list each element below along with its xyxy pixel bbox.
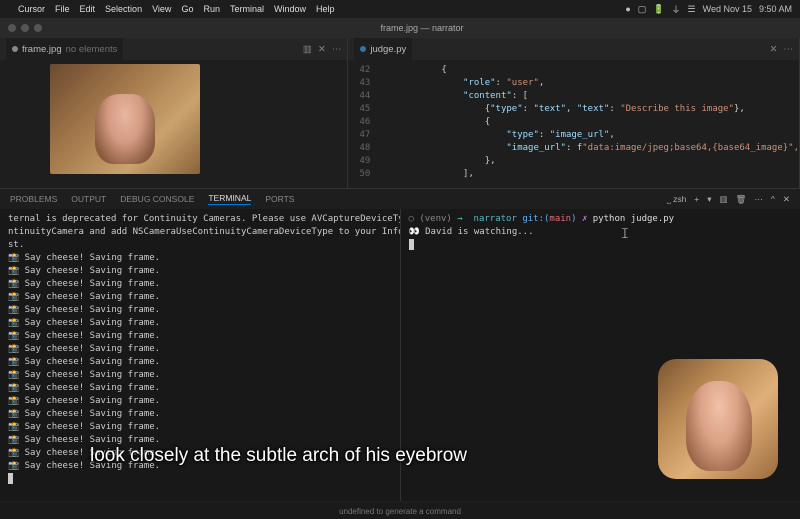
menubar-item-help[interactable]: Help — [316, 4, 335, 14]
menubar-item-file[interactable]: File — [55, 4, 70, 14]
tab-label: judge.py — [370, 44, 406, 55]
menubar-date[interactable]: Wed Nov 15 — [703, 4, 752, 14]
panel-tab-ports[interactable]: PORTS — [265, 194, 294, 204]
close-tab-icon[interactable]: ✕ — [318, 44, 326, 55]
split-editor-icon[interactable]: ▥ — [303, 44, 312, 55]
panel-tabs: PROBLEMS OUTPUT DEBUG CONSOLE TERMINAL P… — [0, 189, 800, 209]
close-panel-icon[interactable]: ✕ — [783, 194, 790, 205]
tab-row-right: judge.py ✕ ⋯ — [348, 38, 799, 60]
menubar-item-view[interactable]: View — [152, 4, 171, 14]
menubar-status-icons: ● ▢ 🔋 ⏚ ☰ Wed Nov 15 9:50 AM — [625, 3, 792, 16]
caption-overlay: look closely at the subtle arch of his e… — [90, 445, 467, 467]
split-terminal-icon[interactable]: ▥ — [720, 194, 728, 205]
control-center-icon[interactable]: ☰ — [688, 4, 696, 15]
maximize-panel-icon[interactable]: ^ — [771, 194, 775, 204]
terminal-shell-badge[interactable]: ⎵ zsh — [667, 194, 686, 205]
panel-tab-debug-console[interactable]: DEBUG CONSOLE — [120, 194, 194, 204]
tab-label: frame.jpg — [22, 44, 62, 55]
menubar-item-go[interactable]: Go — [181, 4, 193, 14]
image-preview — [50, 64, 200, 174]
tab-row-left: frame.jpg no elements ▥ ✕ ⋯ — [0, 38, 347, 60]
menubar-item-terminal[interactable]: Terminal — [230, 4, 264, 14]
image-preview-area[interactable] — [0, 60, 347, 188]
close-tab-icon[interactable]: ✕ — [770, 44, 778, 55]
panel-tab-output[interactable]: OUTPUT — [71, 194, 106, 204]
menubar-time[interactable]: 9:50 AM — [759, 4, 792, 14]
menubar-item-selection[interactable]: Selection — [105, 4, 142, 14]
menubar-item-run[interactable]: Run — [203, 4, 220, 14]
more-actions-icon[interactable]: ⋯ — [754, 194, 763, 205]
window-title: frame.jpg — narrator — [52, 23, 792, 33]
menubar-item-window[interactable]: Window — [274, 4, 306, 14]
python-file-icon — [360, 46, 366, 52]
window-titlebar: frame.jpg — narrator — [0, 18, 800, 38]
menubar-item-edit[interactable]: Edit — [80, 4, 96, 14]
camera-icon[interactable]: ▢ — [638, 4, 647, 15]
editor-pane-left: frame.jpg no elements ▥ ✕ ⋯ — [0, 38, 348, 188]
more-actions-icon[interactable]: ⋯ — [332, 44, 342, 55]
tab-frame-jpg[interactable]: frame.jpg no elements — [6, 38, 123, 60]
more-actions-icon[interactable]: ⋯ — [784, 44, 794, 55]
menubar-app[interactable]: Cursor — [18, 4, 45, 14]
image-file-icon — [12, 46, 18, 52]
code-editor[interactable]: 42 {43 "role": "user",44 "content": [45 … — [348, 60, 799, 188]
panel-tab-problems[interactable]: PROBLEMS — [10, 194, 57, 204]
mac-menubar: Cursor File Edit Selection View Go Run T… — [0, 0, 800, 18]
traffic-lights[interactable] — [8, 24, 42, 32]
terminal-dropdown-icon[interactable]: ▾ — [707, 194, 711, 205]
new-terminal-icon[interactable]: + — [694, 194, 699, 204]
tab-suffix: no elements — [66, 44, 118, 55]
trash-icon[interactable]: 🗑 — [736, 194, 747, 205]
editor-pane-right: judge.py ✕ ⋯ 42 {43 "role": "user",44 "c… — [348, 38, 800, 188]
record-icon[interactable]: ● — [625, 4, 630, 14]
status-text: undefined to generate a command — [339, 507, 461, 516]
editor-split: frame.jpg no elements ▥ ✕ ⋯ judge.py ✕ ⋯ — [0, 38, 800, 188]
wifi-icon[interactable]: ⏚ — [672, 3, 681, 16]
status-bar: undefined to generate a command — [0, 503, 800, 519]
tab-judge-py[interactable]: judge.py — [354, 38, 412, 60]
panel-tab-terminal[interactable]: TERMINAL — [208, 193, 251, 205]
webcam-overlay — [658, 359, 778, 479]
battery-icon[interactable]: 🔋 — [653, 4, 664, 15]
